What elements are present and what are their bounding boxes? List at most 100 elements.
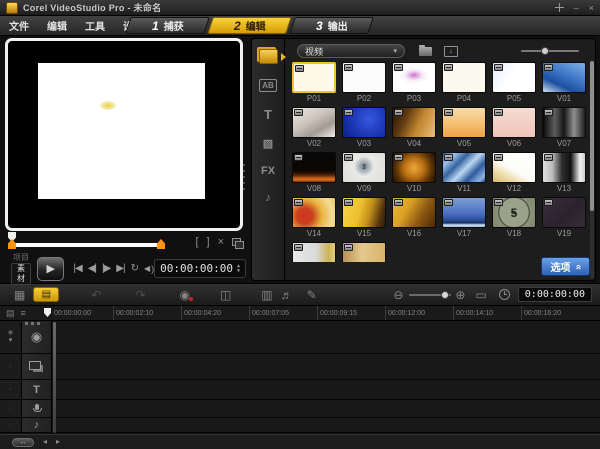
library-thumbnail[interactable] bbox=[339, 242, 389, 262]
menu-tools[interactable]: 工具 bbox=[76, 18, 114, 33]
scroll-right-button[interactable]: ▸ bbox=[56, 438, 60, 446]
auto-music-button[interactable]: ♬ bbox=[281, 289, 293, 301]
library-thumbnail[interactable] bbox=[289, 242, 339, 262]
scrollbar-thumb[interactable] bbox=[590, 61, 594, 211]
duration-clock-icon[interactable] bbox=[499, 289, 510, 300]
category-transition-icon[interactable]: AB bbox=[259, 79, 277, 92]
video-track-toggles[interactable]: ◉ ▾ bbox=[0, 321, 22, 353]
category-media-icon[interactable] bbox=[259, 49, 278, 64]
play-button[interactable]: ▶ bbox=[37, 257, 64, 281]
library-thumbnail[interactable]: 5V18 bbox=[489, 197, 539, 242]
menu-file[interactable]: 文件 bbox=[0, 18, 38, 33]
instant-project-button[interactable]: ✎ bbox=[307, 289, 317, 301]
project-mode-label[interactable]: 项目 bbox=[11, 253, 31, 263]
next-frame-button[interactable]: |▶ bbox=[102, 263, 110, 274]
redo-button[interactable]: ↷ bbox=[135, 289, 145, 301]
mark-out-button[interactable]: ] bbox=[207, 236, 210, 248]
timecode-spinner[interactable]: ▲ ▼ bbox=[237, 264, 240, 274]
import-media-icon[interactable]: ↓ bbox=[444, 46, 458, 57]
add-folder-icon[interactable] bbox=[419, 47, 432, 56]
repeat-button[interactable]: ↻ bbox=[131, 263, 138, 274]
end-button[interactable]: ▶| bbox=[116, 263, 124, 274]
library-thumbnail[interactable]: V10 bbox=[389, 152, 439, 197]
timeline-view-button[interactable]: ▤ bbox=[33, 287, 59, 302]
music-track-header[interactable]: ♪ bbox=[22, 418, 52, 432]
library-thumbnail[interactable]: V01 bbox=[539, 62, 589, 107]
library-thumbnail[interactable]: P01 bbox=[289, 62, 339, 107]
video-track-header[interactable]: ◉ bbox=[22, 321, 52, 353]
library-thumbnail[interactable]: V05 bbox=[439, 107, 489, 152]
track-header-divider[interactable] bbox=[53, 322, 56, 433]
library-thumbnail[interactable]: V16 bbox=[389, 197, 439, 242]
tab-capture[interactable]: 1 捕获 bbox=[125, 17, 210, 34]
mix-panel-button[interactable]: ▥ bbox=[261, 289, 272, 301]
track-visibility-icon[interactable]: ◉ bbox=[8, 330, 13, 336]
record-capture-button[interactable]: ◉ bbox=[179, 289, 189, 301]
voice-track-lane[interactable] bbox=[52, 400, 600, 417]
library-thumbnail[interactable]: V07 bbox=[539, 107, 589, 152]
overlay-track-header[interactable] bbox=[22, 354, 52, 379]
options-button[interactable]: 选项 « bbox=[541, 257, 590, 276]
fit-project-button[interactable]: ▭ bbox=[475, 289, 486, 301]
close-button[interactable]: × bbox=[589, 3, 594, 13]
category-graphic-icon[interactable]: ▧ bbox=[263, 137, 273, 150]
zoom-in-button[interactable]: ⊕ bbox=[455, 289, 465, 301]
playback-mode-toggle[interactable]: 项目 素材 bbox=[11, 253, 31, 285]
category-audio-icon[interactable]: ♪ bbox=[265, 192, 271, 204]
title-track-lane[interactable] bbox=[52, 380, 600, 399]
voice-track-header[interactable] bbox=[22, 400, 52, 417]
thumbnail-zoom-slider[interactable] bbox=[521, 47, 579, 55]
library-thumbnail[interactable]: P02 bbox=[339, 62, 389, 107]
track-toggle-icon[interactable]: ◦ bbox=[9, 364, 11, 370]
track-toggle-icon[interactable]: ◦ bbox=[9, 422, 11, 428]
menu-edit[interactable]: 编辑 bbox=[38, 18, 76, 33]
tab-edit[interactable]: 2 编辑 bbox=[207, 17, 292, 34]
library-thumbnail[interactable]: V15 bbox=[339, 197, 389, 242]
track-toggle-icon[interactable]: ◦ bbox=[9, 406, 11, 412]
track-manager-icon[interactable]: ▤ bbox=[6, 308, 15, 319]
clip-mode-label[interactable]: 素材 bbox=[11, 263, 31, 285]
enlarge-preview-icon[interactable] bbox=[232, 238, 241, 246]
timeline-zoom-knob[interactable] bbox=[441, 291, 449, 299]
preview-screen[interactable] bbox=[5, 38, 243, 231]
library-thumbnail[interactable]: 3V09 bbox=[339, 152, 389, 197]
timeline-zoom-slider[interactable] bbox=[409, 291, 451, 299]
trim-in-handle[interactable] bbox=[8, 239, 16, 249]
minimize-button[interactable]: – bbox=[574, 3, 579, 13]
library-thumbnail[interactable]: V02 bbox=[289, 107, 339, 152]
library-thumbnail[interactable]: V06 bbox=[489, 107, 539, 152]
mark-in-button[interactable]: [ bbox=[195, 236, 198, 248]
overlay-track-lane[interactable] bbox=[52, 354, 600, 379]
home-button[interactable]: |◀ bbox=[73, 263, 81, 274]
scrubber-track[interactable] bbox=[13, 243, 161, 247]
zoom-slider-knob[interactable] bbox=[541, 47, 549, 55]
volume-button[interactable]: ◀ ) bbox=[144, 264, 154, 274]
video-track-lane[interactable] bbox=[52, 321, 600, 353]
library-thumbnail[interactable]: V12 bbox=[489, 152, 539, 197]
library-thumbnail[interactable]: V11 bbox=[439, 152, 489, 197]
music-track-lane[interactable] bbox=[52, 418, 600, 432]
title-track-header[interactable]: T bbox=[22, 380, 52, 399]
library-thumbnail[interactable]: P04 bbox=[439, 62, 489, 107]
media-filter-dropdown[interactable]: 视频 ▾ bbox=[297, 44, 405, 58]
previous-frame-button[interactable]: ◀| bbox=[88, 263, 96, 274]
library-thumbnail[interactable]: V19 bbox=[539, 197, 589, 242]
track-collapse-icon[interactable]: ▾ bbox=[9, 337, 13, 344]
timeline-ruler[interactable]: ▤ ≡ 00:00:00:0000:00:02:1000:00:04:2000:… bbox=[0, 306, 600, 321]
library-thumbnail[interactable]: P03 bbox=[389, 62, 439, 107]
cut-clip-button[interactable]: × bbox=[218, 236, 224, 248]
storyboard-view-button[interactable]: ▦ bbox=[14, 289, 25, 301]
library-thumbnail[interactable]: V14 bbox=[289, 197, 339, 242]
timeline-pan-button[interactable]: ↔ bbox=[12, 438, 34, 447]
tab-share[interactable]: 3 输出 bbox=[289, 17, 374, 34]
library-thumbnail[interactable]: V17 bbox=[439, 197, 489, 242]
library-thumbnail[interactable]: P05 bbox=[489, 62, 539, 107]
category-filter-icon[interactable]: FX bbox=[261, 165, 275, 177]
library-thumbnail[interactable]: V03 bbox=[339, 107, 389, 152]
library-thumbnail[interactable]: V04 bbox=[389, 107, 439, 152]
trim-out-handle[interactable] bbox=[157, 239, 165, 249]
track-toggle-icon[interactable]: ◦ bbox=[9, 387, 11, 393]
chapter-list-icon[interactable]: ≡ bbox=[21, 308, 26, 318]
category-title-icon[interactable]: T bbox=[264, 107, 272, 122]
zoom-out-button[interactable]: ⊖ bbox=[393, 289, 403, 301]
